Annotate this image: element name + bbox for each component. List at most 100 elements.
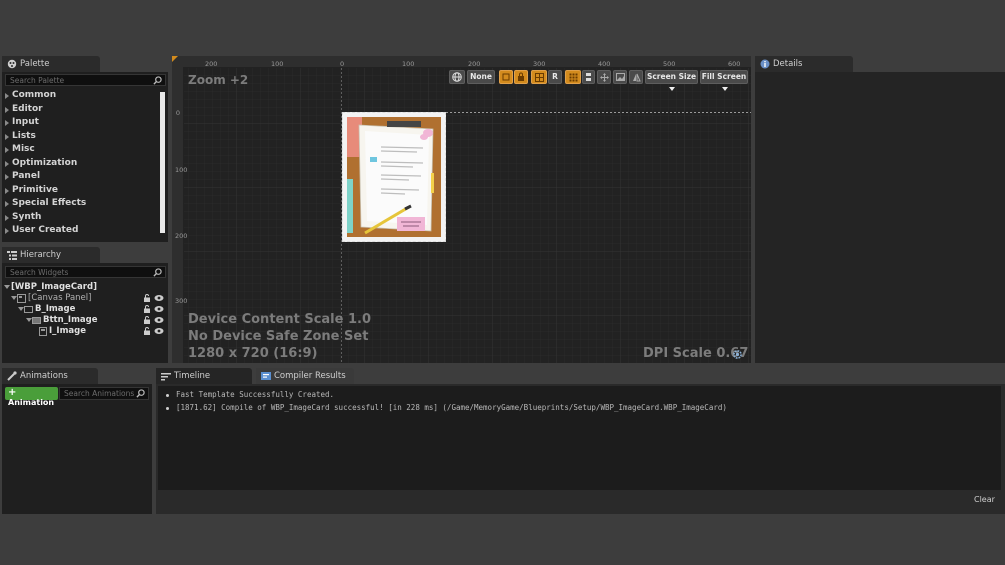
device-info-overlay: Device Content Scale 1.0 No Device Safe …: [188, 311, 371, 362]
ruler-h-label: 300: [533, 60, 546, 68]
grid-icon: [534, 73, 544, 82]
palette-scrollbar[interactable]: [160, 92, 165, 233]
search-icon: [153, 76, 162, 85]
screen-size-dropdown[interactable]: Screen Size: [645, 70, 698, 91]
visibility-eye-icon[interactable]: [154, 327, 164, 335]
designer-viewport[interactable]: 200 100 0 100 200 300 400 500 600 0 100 …: [172, 56, 751, 363]
respect-locks-button[interactable]: R: [548, 70, 562, 84]
ruler-h-label: 100: [271, 60, 284, 68]
hierarchy-row-i-image[interactable]: I_Image: [2, 326, 168, 337]
screen-image-button[interactable]: [613, 70, 627, 84]
palette-tab[interactable]: Palette: [2, 56, 100, 72]
compiler-results-tab[interactable]: Compiler Results: [256, 368, 354, 384]
dropdown-arrow-icon: [721, 87, 728, 91]
expand-arrow-icon: [5, 133, 9, 140]
fill-screen-dropdown[interactable]: Fill Screen: [700, 70, 748, 91]
palette-category-lists[interactable]: Lists: [2, 131, 158, 145]
palette-category-user-created[interactable]: User Created: [2, 225, 158, 239]
ruler-h-label: 400: [598, 60, 611, 68]
expand-arrow-icon: [5, 120, 9, 126]
canvas-panel-icon: [17, 294, 26, 303]
lock-icon[interactable]: [143, 316, 151, 324]
visibility-eye-icon[interactable]: [154, 316, 164, 324]
details-tab-label: Details: [773, 59, 803, 69]
expand-arrow-icon: [5, 228, 9, 234]
localization-globe-button[interactable]: [449, 70, 465, 84]
plus-icon: +: [8, 387, 17, 398]
grid-toggle-button[interactable]: [565, 70, 581, 84]
info-icon: [760, 59, 770, 69]
collapse-arrow-icon: [4, 285, 10, 289]
palette-category-misc[interactable]: Misc: [2, 144, 158, 158]
hierarchy-row-b-image[interactable]: B_Image: [2, 304, 168, 315]
visibility-eye-icon[interactable]: [154, 294, 164, 302]
lock-icon[interactable]: [143, 327, 151, 335]
hierarchy-icon: [7, 251, 17, 260]
search-icon: [136, 389, 145, 398]
ruler-h-label: 200: [205, 60, 218, 68]
move-arrows-icon: [599, 73, 609, 82]
palette-category-synth[interactable]: Synth: [2, 212, 158, 226]
lock-toggle-button[interactable]: [514, 70, 528, 84]
palette-category-list: Common Editor Input Lists Misc Optimizat…: [2, 90, 158, 239]
flip-button[interactable]: [629, 70, 643, 84]
palette-category-optimization[interactable]: Optimization: [2, 158, 158, 172]
image-icon: [615, 73, 625, 81]
ruler-v-label: 200: [175, 233, 187, 240]
animations-search-input[interactable]: Search Animations: [59, 387, 149, 400]
palette-tab-label: Palette: [20, 59, 50, 69]
hierarchy-row-canvas-panel[interactable]: [Canvas Panel]: [2, 293, 168, 304]
expand-arrow-icon: [5, 187, 9, 194]
grid-size-button[interactable]: [582, 70, 595, 84]
timeline-tab[interactable]: Timeline: [156, 368, 252, 384]
palette-category-panel[interactable]: Panel: [2, 171, 158, 185]
image-widget-icon: [39, 327, 47, 336]
resolution-text: 1280 x 720 (16:9): [188, 346, 318, 361]
clear-log-button[interactable]: Clear: [974, 495, 995, 504]
animations-tab-label: Animations: [20, 371, 68, 381]
dpi-settings-gear-icon[interactable]: [732, 349, 743, 360]
bullet-icon: [166, 407, 169, 410]
hierarchy-row-bttn-image[interactable]: Bttn_Image: [2, 315, 168, 326]
palette-search-input[interactable]: Search Palette: [5, 74, 166, 86]
flip-icon: [632, 73, 641, 82]
ruler-v-label: 100: [175, 167, 187, 174]
expand-arrow-icon: [5, 106, 9, 113]
visibility-eye-icon[interactable]: [154, 305, 164, 313]
compiler-results-icon: [261, 372, 271, 380]
grid-snap-button[interactable]: [531, 70, 547, 84]
dropdown-arrow-icon: [669, 87, 675, 91]
log-line: [1871.62] Compile of WBP_ImageCard succe…: [158, 403, 1001, 416]
compiler-log: Fast Template Successfully Created. [187…: [158, 386, 1001, 490]
lock-icon[interactable]: [143, 305, 151, 313]
palette-category-editor[interactable]: Editor: [2, 104, 158, 118]
palette-category-primitive[interactable]: Primitive: [2, 185, 158, 199]
animations-panel: Animations + Animation Search Animations: [2, 368, 152, 514]
timeline-tab-label: Timeline: [174, 371, 211, 381]
add-animation-button[interactable]: + Animation: [5, 387, 58, 407]
culture-dropdown[interactable]: None: [467, 70, 495, 84]
expand-arrow-icon: [5, 160, 9, 167]
transform-mode-button[interactable]: [597, 70, 611, 84]
hierarchy-tab[interactable]: Hierarchy: [2, 247, 100, 263]
expand-arrow-icon: [5, 174, 9, 180]
paper-illustration-image: [343, 113, 445, 241]
animations-tab[interactable]: Animations: [2, 368, 98, 384]
expand-arrow-icon: [5, 147, 9, 153]
hierarchy-search-input[interactable]: Search Widgets: [5, 266, 166, 278]
timeline-icon: [161, 373, 171, 381]
hierarchy-row-root[interactable]: [WBP_ImageCard]: [2, 282, 168, 293]
palette-category-input[interactable]: Input: [2, 117, 158, 131]
palette-icon: [7, 59, 17, 69]
image-card-preview[interactable]: [342, 112, 446, 242]
animation-icon: [7, 371, 17, 381]
lock-icon[interactable]: [143, 294, 151, 302]
ruler-h-label: 0: [340, 60, 345, 68]
toggle-outline-button[interactable]: [499, 70, 513, 84]
palette-category-common[interactable]: Common: [2, 90, 158, 104]
details-tab[interactable]: Details: [755, 56, 853, 72]
palette-category-special-effects[interactable]: Special Effects: [2, 198, 158, 212]
globe-icon: [452, 72, 462, 82]
device-safe-zone-text: No Device Safe Zone Set: [188, 329, 369, 344]
compiler-results-tab-label: Compiler Results: [274, 371, 346, 381]
